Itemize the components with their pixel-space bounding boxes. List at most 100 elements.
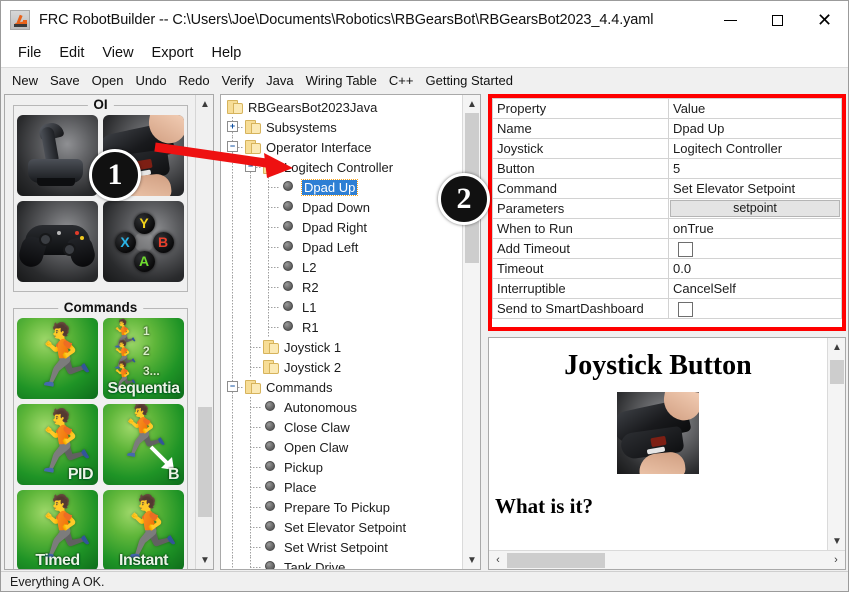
- palette-tile-timed-command[interactable]: 🏃 Timed: [17, 490, 98, 569]
- tree-guide-line: [232, 337, 233, 357]
- status-bar: Everything A OK.: [1, 571, 848, 591]
- tree-leaf-icon: [283, 201, 293, 211]
- help-vertical-scrollbar[interactable]: ▲ ▼: [827, 338, 845, 550]
- palette-tile-joystick[interactable]: [17, 115, 98, 196]
- palette-tile-command-with-parameters[interactable]: 🏃 B: [103, 404, 184, 485]
- tree-node-l2[interactable]: L2: [221, 257, 462, 277]
- palette-tile-instant-command[interactable]: 🏃 Instant: [103, 490, 184, 569]
- property-value-command[interactable]: Set Elevator Setpoint: [668, 178, 842, 199]
- checkbox-send-to-smartdashboard[interactable]: [678, 301, 693, 317]
- tree-guide-line: [232, 237, 233, 257]
- help-hscroll-thumb[interactable]: [507, 552, 605, 568]
- tree-scrollbar[interactable]: ▲ ▼: [462, 95, 480, 569]
- tree-node-r2[interactable]: R2: [221, 277, 462, 297]
- scroll-down-icon[interactable]: ▼: [828, 532, 845, 550]
- toolbar-cpp[interactable]: C++: [383, 71, 420, 90]
- menu-item-export[interactable]: Export: [143, 43, 203, 63]
- palette-tile-xbox-controller[interactable]: [17, 201, 98, 282]
- palette-scrollbar-thumb[interactable]: [198, 407, 212, 517]
- toolbar-java[interactable]: Java: [260, 71, 299, 90]
- scroll-up-icon[interactable]: ▲: [828, 338, 845, 356]
- help-horizontal-scrollbar[interactable]: ‹ ›: [489, 550, 845, 569]
- toolbar-undo[interactable]: Undo: [129, 71, 172, 90]
- tree-node-dpad-right[interactable]: Dpad Right: [221, 217, 462, 237]
- menu-item-view[interactable]: View: [93, 43, 142, 63]
- menu-item-help[interactable]: Help: [202, 43, 250, 63]
- tree-node-place[interactable]: Place: [221, 477, 462, 497]
- tree-node-close-claw[interactable]: Close Claw: [221, 417, 462, 437]
- tree-node-logitech-controller[interactable]: − Logitech Controller: [221, 157, 462, 177]
- palette-tile-command[interactable]: 🏃: [17, 318, 98, 399]
- menu-bar: File Edit View Export Help: [1, 39, 848, 67]
- tree-node-commands[interactable]: − Commands: [221, 377, 462, 397]
- property-value-name[interactable]: Dpad Up: [668, 118, 842, 139]
- scroll-down-icon[interactable]: ▼: [196, 551, 213, 569]
- tree-node-joystick-1[interactable]: Joystick 1: [221, 337, 462, 357]
- status-text: Everything A OK.: [10, 574, 105, 589]
- minimize-button[interactable]: [707, 1, 754, 39]
- property-value-parameters[interactable]: setpoint: [668, 198, 842, 219]
- scroll-right-icon[interactable]: ›: [827, 551, 845, 570]
- maximize-button[interactable]: [754, 1, 801, 39]
- parameters-button[interactable]: setpoint: [670, 200, 840, 217]
- tree-node-l1[interactable]: L1: [221, 297, 462, 317]
- tree-collapse-icon[interactable]: −: [227, 381, 238, 392]
- palette-tile-xbox-buttons[interactable]: YX BA: [103, 201, 184, 282]
- property-key-button: Button: [492, 158, 669, 179]
- tree-node-r1[interactable]: R1: [221, 317, 462, 337]
- palette-scrollbar[interactable]: ▲ ▼: [195, 95, 213, 569]
- tree-node-set-wrist-setpoint[interactable]: Set Wrist Setpoint: [221, 537, 462, 557]
- toolbar-wiring-table[interactable]: Wiring Table: [300, 71, 383, 90]
- property-value-joystick[interactable]: Logitech Controller: [668, 138, 842, 159]
- tree-node-pickup[interactable]: Pickup: [221, 457, 462, 477]
- properties-table: Property Value Name Dpad Up Joystick Logitech…: [492, 98, 842, 319]
- property-value-add-timeout[interactable]: [668, 238, 842, 259]
- tree-guide-line: [250, 367, 262, 368]
- help-vscroll-thumb[interactable]: [830, 360, 844, 384]
- tree-guide-line: [268, 267, 280, 268]
- tree-node-joystick-2[interactable]: Joystick 2: [221, 357, 462, 377]
- tree-node-dpad-up[interactable]: Dpad Up: [221, 177, 462, 197]
- menu-item-file[interactable]: File: [9, 43, 50, 63]
- scroll-up-icon[interactable]: ▲: [463, 95, 480, 113]
- toolbar-open[interactable]: Open: [86, 71, 130, 90]
- toolbar-save[interactable]: Save: [44, 71, 86, 90]
- property-value-send-to-smartdashboard[interactable]: [668, 298, 842, 319]
- menu-item-edit[interactable]: Edit: [50, 43, 93, 63]
- checkbox-add-timeout[interactable]: [678, 241, 693, 257]
- properties-header-row: Property Value: [492, 98, 842, 119]
- tree-node-subsystems[interactable]: + Subsystems: [221, 117, 462, 137]
- tree-node-open-claw[interactable]: Open Claw: [221, 437, 462, 457]
- runner-icon: 🏃: [112, 494, 184, 561]
- toolbar-verify[interactable]: Verify: [216, 71, 261, 90]
- window-title: FRC RobotBuilder -- C:\Users\Joe\Documen…: [39, 11, 654, 28]
- scroll-down-icon[interactable]: ▼: [463, 551, 480, 569]
- tree-collapse-icon[interactable]: −: [245, 161, 256, 172]
- tree-node-dpad-down[interactable]: Dpad Down: [221, 197, 462, 217]
- tree-node-rbgearsbot2023java[interactable]: RBGearsBot2023Java: [221, 97, 462, 117]
- tree-node-set-elevator-setpoint[interactable]: Set Elevator Setpoint: [221, 517, 462, 537]
- tree-node-dpad-left[interactable]: Dpad Left: [221, 237, 462, 257]
- tree-node-prepare-to-pickup[interactable]: Prepare To Pickup: [221, 497, 462, 517]
- toolbar-redo[interactable]: Redo: [173, 71, 216, 90]
- tree-node-operator-interface[interactable]: − Operator Interface: [221, 137, 462, 157]
- palette-tile-sequential-command-group[interactable]: 🏃 🏃 🏃 1 2 3... Sequentia: [103, 318, 184, 399]
- tree-expand-icon[interactable]: +: [227, 121, 238, 132]
- property-value-interruptible[interactable]: CancelSelf: [668, 278, 842, 299]
- tree-node-tank-drive[interactable]: Tank Drive: [221, 557, 462, 569]
- tree-node-autonomous[interactable]: Autonomous: [221, 397, 462, 417]
- tree-collapse-icon[interactable]: −: [227, 141, 238, 152]
- tree-guide-line: [232, 477, 233, 497]
- tree-leaf-icon: [283, 301, 293, 311]
- toolbar-new[interactable]: New: [6, 71, 44, 90]
- property-value-button[interactable]: 5: [668, 158, 842, 179]
- palette-tile-pid-command[interactable]: 🏃 PID: [17, 404, 98, 485]
- property-value-when-to-run[interactable]: onTrue: [668, 218, 842, 239]
- property-key-add-timeout: Add Timeout: [492, 238, 669, 259]
- close-button[interactable]: ✕: [801, 1, 848, 39]
- property-value-timeout[interactable]: 0.0: [668, 258, 842, 279]
- tree-guide-line: [232, 457, 233, 477]
- scroll-left-icon[interactable]: ‹: [489, 551, 507, 570]
- toolbar-getting-started[interactable]: Getting Started: [419, 71, 518, 90]
- scroll-up-icon[interactable]: ▲: [196, 95, 213, 113]
